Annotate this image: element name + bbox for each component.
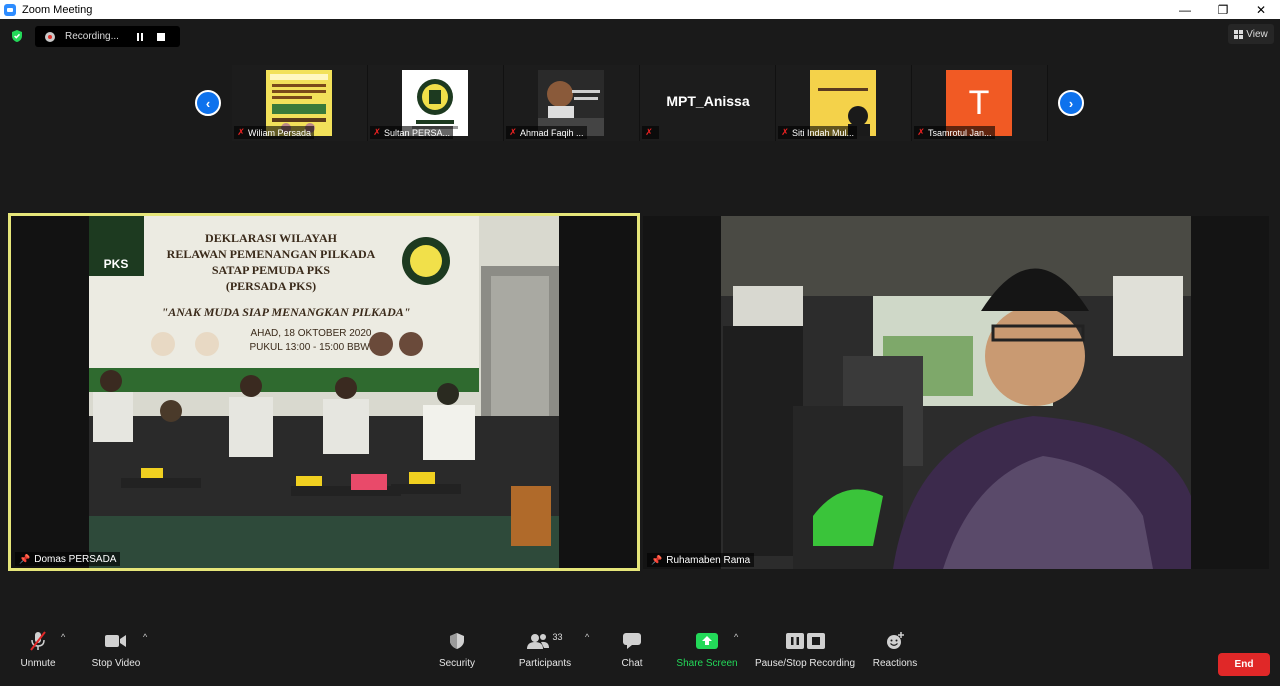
participants-label: Participants	[518, 658, 572, 669]
participant-display-name: MPT_Anissa	[666, 93, 750, 109]
stop-recording-icon[interactable]	[153, 29, 169, 45]
participant-name: Tsamrotul Jan...	[928, 127, 992, 138]
stop-icon	[806, 633, 825, 649]
restore-button[interactable]: ❐	[1204, 0, 1242, 19]
participant-tile[interactable]: ✗ Siti Indah Mul...	[776, 65, 912, 141]
banner-logo: PKS	[104, 257, 129, 271]
muted-mic-icon: ✗	[645, 127, 653, 137]
muted-mic-icon: ✗	[781, 127, 789, 137]
video-participant-name: Domas PERSADA	[34, 553, 117, 565]
participant-video[interactable]: 📌 Ruhamaben Rama	[643, 216, 1269, 569]
recording-indicator: Recording...	[35, 26, 180, 47]
participant-name: Ahmad Faqih ...	[520, 127, 584, 138]
stop-video-label: Stop Video	[91, 658, 141, 669]
banner-line4: (PERSADA PKS)	[226, 279, 316, 293]
participant-label: ✗	[642, 126, 659, 139]
video-options-caret-icon[interactable]: ^	[143, 632, 147, 642]
recording-dot-icon	[45, 31, 55, 42]
participant-label: ✗ Ahmad Faqih ...	[506, 126, 587, 139]
banner-line2: RELAWAN PEMENANGAN PILKADA	[167, 247, 376, 261]
banner-time: PUKUL 13:00 - 15:00 BBWI	[249, 342, 372, 353]
share-screen-button[interactable]: Share Screen	[676, 624, 738, 686]
banner-line1: DEKLARASI WILAYAH	[205, 231, 338, 245]
security-button[interactable]: Security	[436, 624, 478, 686]
pin-icon: 📌	[19, 553, 31, 564]
reactions-label: Reactions	[872, 658, 918, 669]
close-button[interactable]: ✕	[1242, 0, 1280, 19]
share-options-caret-icon[interactable]: ^	[734, 632, 738, 642]
participant-label: ✗ Wiliam Persada	[234, 126, 315, 139]
minimize-button[interactable]: —	[1166, 0, 1204, 19]
video-frame: PKS DEKLARASI WILAYAH RELAWAN PEMENANGAN…	[11, 216, 637, 568]
chat-bubble-icon	[622, 624, 642, 658]
participant-name: Siti Indah Mul...	[792, 127, 855, 138]
chat-button[interactable]: Chat	[614, 624, 650, 686]
audio-options-caret-icon[interactable]: ^	[61, 632, 65, 642]
security-shield-icon	[449, 624, 465, 658]
participant-tile[interactable]: ✗ Ahmad Faqih ...	[504, 65, 640, 141]
meeting-stage: Recording... View ‹ › ✗ Wiliam Persada ✗…	[0, 19, 1280, 686]
participant-label: ✗ Tsamrotul Jan...	[914, 126, 995, 139]
mic-muted-icon	[28, 624, 48, 658]
grid-icon	[1234, 29, 1244, 39]
video-name-label: 📌 Ruhamaben Rama	[647, 553, 755, 567]
participants-icon-group: 33	[527, 624, 563, 658]
chat-label: Chat	[621, 658, 643, 669]
video-frame	[643, 216, 1269, 569]
banner-slogan: "ANAK MUDA SIAP MENANGKAN PILKADA"	[162, 305, 411, 319]
video-camera-icon	[105, 624, 127, 658]
pin-icon: 📌	[651, 554, 663, 565]
participant-tile[interactable]: ✗ Wiliam Persada	[232, 65, 368, 141]
view-button[interactable]: View	[1228, 24, 1274, 44]
participant-tile[interactable]: MPT_Anissa ✗	[640, 65, 776, 141]
window-titlebar: Zoom Meeting — ❐ ✕	[0, 0, 1280, 19]
encryption-shield-icon[interactable]	[10, 29, 24, 43]
participant-name: Wiliam Persada	[248, 127, 312, 138]
share-screen-icon	[696, 624, 718, 658]
unmute-button[interactable]: Unmute	[16, 624, 60, 686]
smiley-plus-icon	[885, 624, 905, 658]
pause-stop-recording-label: Pause/Stop Recording	[754, 658, 856, 669]
muted-mic-icon: ✗	[237, 127, 245, 137]
active-speaker-video[interactable]: PKS DEKLARASI WILAYAH RELAWAN PEMENANGAN…	[8, 213, 640, 571]
stop-video-button[interactable]: Stop Video	[88, 624, 144, 686]
share-screen-label: Share Screen	[676, 658, 738, 669]
muted-mic-icon: ✗	[917, 127, 925, 137]
avatar-initial: T	[968, 83, 990, 122]
pause-icon	[785, 633, 804, 649]
gallery-prev-button[interactable]: ‹	[195, 90, 221, 116]
participant-label: ✗ Siti Indah Mul...	[778, 126, 858, 139]
participant-tile[interactable]: T ✗ Tsamrotul Jan...	[912, 65, 1048, 141]
reactions-button[interactable]: Reactions	[870, 624, 920, 686]
gallery-next-button[interactable]: ›	[1058, 90, 1084, 116]
window-title: Zoom Meeting	[22, 3, 93, 16]
video-participant-name: Ruhamaben Rama	[666, 554, 751, 566]
participants-count: 33	[552, 632, 563, 642]
pause-stop-recording-button[interactable]: Pause/Stop Recording	[752, 624, 858, 686]
muted-mic-icon: ✗	[509, 127, 517, 137]
participant-label: ✗ Sultan PERSA...	[370, 126, 454, 139]
recording-controls-icons	[785, 624, 825, 658]
muted-mic-icon: ✗	[373, 127, 381, 137]
security-label: Security	[438, 658, 476, 669]
meeting-toolbar: Unmute ^ Stop Video ^ Security 33 Partic…	[0, 624, 1280, 686]
pause-recording-icon[interactable]	[132, 29, 148, 45]
participants-options-caret-icon[interactable]: ^	[585, 632, 589, 642]
banner-date: AHAD, 18 OKTOBER 2020	[251, 328, 372, 339]
participant-name: Sultan PERSA...	[384, 127, 451, 138]
end-meeting-button[interactable]: End	[1218, 653, 1270, 676]
video-name-label: 📌 Domas PERSADA	[15, 552, 121, 566]
unmute-label: Unmute	[20, 658, 56, 669]
recording-status: Recording...	[65, 31, 119, 42]
banner-line3: SATAP PEMUDA PKS	[212, 263, 331, 277]
chevron-right-icon: ›	[1068, 95, 1074, 111]
chevron-left-icon: ‹	[205, 95, 211, 111]
participants-button[interactable]: 33 Participants	[516, 624, 574, 686]
participant-tile[interactable]: ✗ Sultan PERSA...	[368, 65, 504, 141]
participants-icon	[527, 634, 550, 649]
participant-strip: ✗ Wiliam Persada ✗ Sultan PERSA... ✗ Ahm…	[232, 65, 1048, 141]
zoom-app-icon	[4, 3, 16, 16]
view-label: View	[1246, 28, 1268, 40]
